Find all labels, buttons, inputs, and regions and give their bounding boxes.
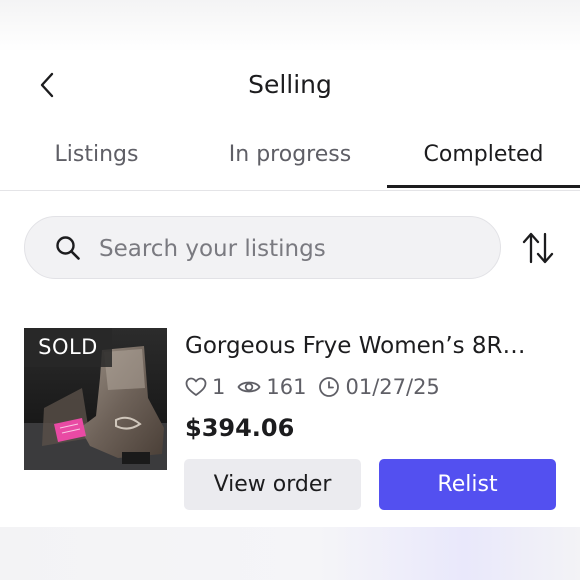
likes-count: 1: [212, 375, 226, 399]
tab-in-progress[interactable]: In progress: [193, 128, 387, 188]
clock-icon: [319, 377, 340, 397]
sold-badge: SOLD: [24, 328, 112, 367]
sort-arrows-icon: [522, 232, 554, 264]
page-title: Selling: [248, 70, 332, 99]
eye-icon: [237, 381, 261, 393]
likes-stat: 1: [185, 375, 225, 399]
listing-price: $394.06: [185, 414, 295, 442]
bottom-fade: [0, 527, 580, 580]
listing-stats: 1 161 01/27/25: [185, 373, 452, 401]
relist-button[interactable]: Relist: [379, 459, 556, 510]
search-icon: [56, 236, 80, 260]
top-fade: [0, 0, 580, 52]
search-bar[interactable]: [24, 216, 501, 279]
listing-thumbnail[interactable]: SOLD: [24, 328, 167, 470]
listing-date: 01/27/25: [345, 375, 440, 399]
views-stat: 161: [237, 375, 306, 399]
sort-button[interactable]: [521, 230, 555, 266]
heart-icon: [185, 377, 207, 396]
tab-listings[interactable]: Listings: [0, 128, 193, 188]
listing-title[interactable]: Gorgeous Frye Women’s 8R…: [185, 333, 555, 359]
search-input[interactable]: [97, 227, 481, 271]
date-stat: 01/27/25: [318, 375, 440, 399]
view-order-button[interactable]: View order: [184, 459, 361, 510]
views-count: 161: [266, 375, 307, 399]
active-tab-indicator: [387, 185, 580, 188]
tab-completed[interactable]: Completed: [387, 128, 580, 188]
tab-bar: Listings In progress Completed: [0, 128, 580, 191]
